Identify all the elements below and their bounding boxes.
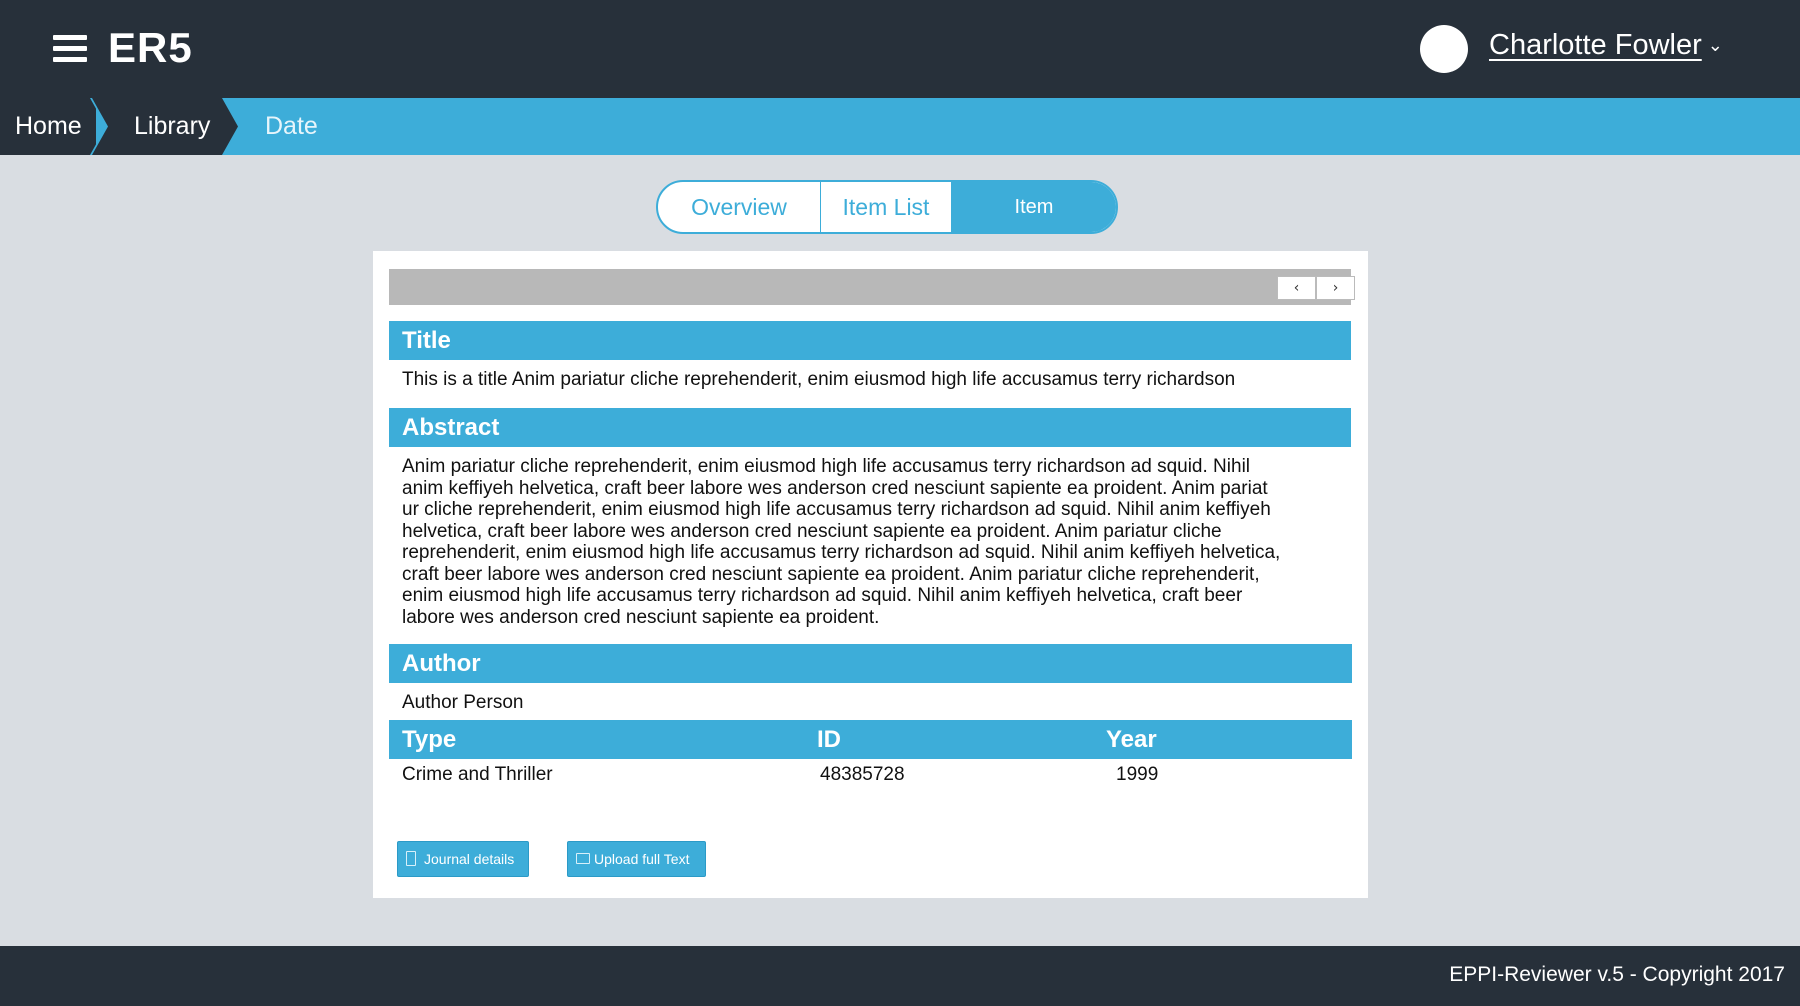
- title-heading: Title: [389, 321, 1351, 360]
- journal-details-label: Journal details: [424, 851, 515, 867]
- abstract-line: helvetica, craft beer labore wes anderso…: [402, 520, 1222, 542]
- breadcrumb-library[interactable]: Library: [92, 98, 238, 155]
- meta-header-row: Type ID Year: [389, 720, 1352, 759]
- footer: EPPI-Reviewer v.5 - Copyright 2017: [0, 946, 1800, 1006]
- copyright-text: EPPI-Reviewer v.5 - Copyright 2017: [1449, 963, 1785, 986]
- upload-full-text-button[interactable]: Upload full Text: [567, 841, 706, 877]
- journal-details-button[interactable]: Journal details: [397, 841, 529, 877]
- author-heading: Author: [389, 644, 1352, 683]
- hamburger-menu-icon[interactable]: [53, 35, 87, 63]
- upload-icon: [576, 853, 590, 864]
- view-tabs: Overview Item List Item: [656, 180, 1118, 234]
- breadcrumb-date: Date: [265, 112, 318, 140]
- item-title: This is a title Anim pariatur cliche rep…: [402, 369, 1236, 390]
- previous-item-button[interactable]: ‹: [1277, 276, 1316, 300]
- item-id: 48385728: [820, 764, 905, 785]
- item-year: 1999: [1116, 764, 1159, 785]
- tab-item-list[interactable]: Item List: [821, 182, 952, 232]
- abstract-line: reprehenderit, enim eiusmod high life ac…: [402, 542, 1281, 563]
- breadcrumb-home[interactable]: Home: [0, 98, 96, 155]
- abstract-line: craft beer labore wes anderson cred nesc…: [402, 563, 1260, 585]
- tab-overview[interactable]: Overview: [658, 182, 821, 232]
- user-name: Charlotte Fowler: [1489, 29, 1702, 61]
- item-type: Crime and Thriller: [402, 764, 553, 785]
- item-abstract: Anim pariatur cliche reprehenderit, enim…: [402, 456, 1280, 628]
- tab-item[interactable]: Item: [952, 182, 1116, 232]
- item-toolbar: ‹ ›: [389, 269, 1355, 305]
- abstract-heading: Abstract: [389, 408, 1351, 447]
- upload-full-text-label: Upload full Text: [594, 851, 690, 867]
- app-brand: ER5: [108, 24, 193, 71]
- document-icon: [406, 851, 416, 866]
- breadcrumb: Library Home Date: [0, 98, 1800, 155]
- user-avatar[interactable]: [1420, 25, 1468, 73]
- abstract-line: ur cliche reprehenderit, enim eiusmod hi…: [402, 499, 1271, 520]
- abstract-line: labore wes anderson cred nesciunt sapien…: [402, 606, 880, 628]
- abstract-line: Anim pariatur cliche reprehenderit, enim…: [402, 456, 1251, 477]
- year-column-header: Year: [1106, 726, 1157, 753]
- item-author: Author Person: [402, 692, 524, 713]
- type-column-header: Type: [402, 726, 457, 753]
- abstract-line: enim eiusmod high life accusamus terry r…: [402, 585, 1243, 606]
- id-column-header: ID: [817, 726, 841, 753]
- next-item-button[interactable]: ›: [1316, 276, 1355, 300]
- chevron-down-icon: ⌄: [1707, 35, 1723, 55]
- user-menu[interactable]: Charlotte Fowler ⌄: [1489, 29, 1723, 62]
- item-card: ‹ › Title This is a title Anim pariatur …: [373, 251, 1368, 898]
- top-header: ER5 Charlotte Fowler ⌄: [0, 0, 1800, 98]
- abstract-line: anim keffiyeh helvetica, craft beer labo…: [402, 477, 1268, 499]
